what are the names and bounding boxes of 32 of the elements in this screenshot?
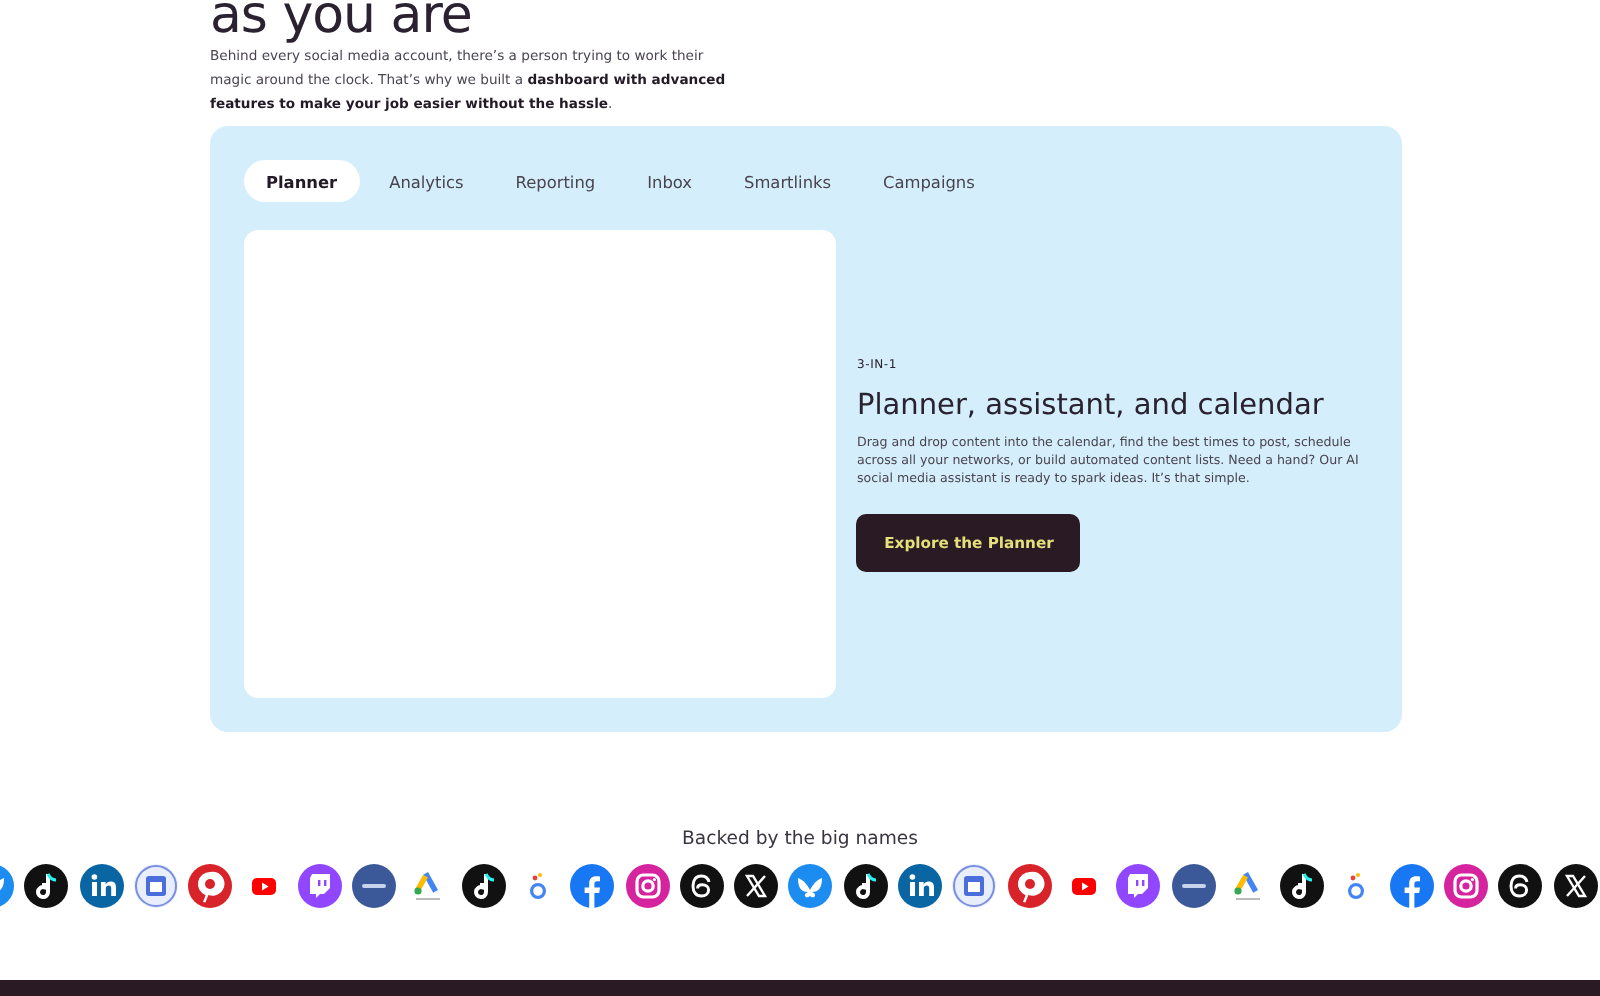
tab[interactable]: Smartlinks — [722, 160, 854, 202]
tab[interactable]: Campaigns — [861, 160, 997, 202]
social-logo-icon — [1553, 864, 1598, 908]
social-logo-icon — [679, 864, 724, 908]
social-logo-icon — [952, 864, 997, 908]
social-logo-icon — [898, 864, 943, 908]
section-heading: as you are — [210, 0, 472, 38]
tab[interactable]: Analytics — [367, 160, 486, 202]
partners-heading: Backed by the big names — [682, 828, 918, 850]
social-logo-icon — [1280, 864, 1325, 908]
social-logo-icon — [1007, 864, 1052, 908]
social-logo-icon — [1444, 864, 1489, 908]
social-logo-icon — [570, 864, 615, 908]
social-logo-icon — [843, 864, 888, 908]
social-logo-icon — [788, 864, 833, 908]
social-logo-icon — [24, 864, 69, 908]
tab[interactable]: Planner — [244, 160, 360, 202]
tab[interactable]: Inbox — [625, 160, 714, 202]
social-logo-icon — [133, 864, 178, 908]
social-logo-icon — [79, 864, 124, 908]
tab[interactable]: Reporting — [493, 160, 618, 202]
social-logo-icon — [1389, 864, 1434, 908]
social-logo-icon — [1116, 864, 1161, 908]
social-logo-icon — [625, 864, 670, 908]
social-logo-icon — [461, 864, 506, 908]
social-logo-icon — [188, 864, 233, 908]
social-logo-icon — [1171, 864, 1216, 908]
feature-title: Planner, assistant, and calendar — [856, 389, 1326, 421]
social-logo-icon — [734, 864, 779, 908]
social-logo-icon — [1498, 864, 1543, 908]
social-logo-icon — [297, 864, 342, 908]
social-logo-icon — [352, 864, 397, 908]
